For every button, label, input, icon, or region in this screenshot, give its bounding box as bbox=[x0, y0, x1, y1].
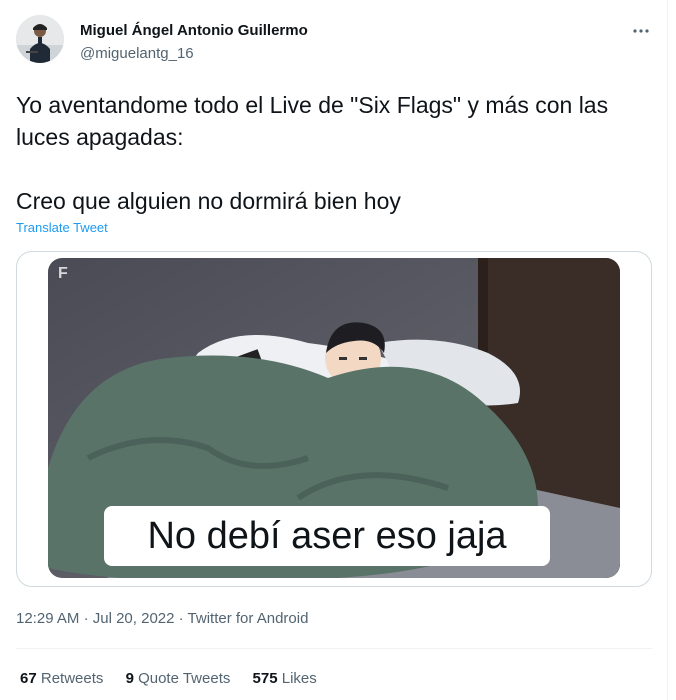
stat-label: Likes bbox=[281, 670, 317, 687]
stat-count: 575 bbox=[252, 670, 278, 687]
tweet-text: Yo aventandome todo el Live de "Six Flag… bbox=[16, 89, 656, 217]
stat-label: Quote Tweets bbox=[138, 670, 231, 687]
tweet-time[interactable]: 12:29 AM bbox=[16, 610, 79, 627]
tweet-text-paragraph: Creo que alguien no dormirá bien hoy bbox=[16, 188, 401, 214]
meta-separator: · bbox=[178, 610, 184, 627]
tweet-metadata: 12:29 AM · Jul 20, 2022 · Twitter for An… bbox=[16, 610, 308, 627]
column-border bbox=[667, 0, 668, 700]
tweet-source[interactable]: Twitter for Android bbox=[188, 610, 309, 627]
watermark-logo: F bbox=[58, 265, 68, 282]
author-handle[interactable]: @miguelantg_16 bbox=[80, 45, 194, 62]
tweet-date[interactable]: Jul 20, 2022 bbox=[93, 610, 175, 627]
stat-count: 67 bbox=[20, 670, 37, 687]
meta-separator: · bbox=[83, 610, 89, 627]
stat-retweets[interactable]: 67 Retweets bbox=[20, 670, 108, 687]
tweet-media-image[interactable]: F No debí aser eso jaja bbox=[48, 258, 620, 578]
meme-caption: No debí aser eso jaja bbox=[147, 515, 507, 557]
engagement-stats: 67 Retweets 9 Quote Tweets 575 Likes bbox=[20, 670, 335, 687]
author-display-name[interactable]: Miguel Ángel Antonio Guillermo bbox=[80, 22, 308, 39]
avatar-photo bbox=[16, 15, 64, 63]
stat-label: Retweets bbox=[40, 670, 104, 687]
stat-likes[interactable]: 575 Likes bbox=[253, 670, 317, 687]
avatar[interactable] bbox=[16, 15, 64, 63]
more-horizontal-icon[interactable] bbox=[628, 18, 654, 44]
stat-count: 9 bbox=[125, 670, 134, 687]
translate-tweet-link[interactable]: Translate Tweet bbox=[16, 220, 108, 235]
divider bbox=[16, 648, 652, 649]
stat-quote-tweets[interactable]: 9 Quote Tweets bbox=[126, 670, 235, 687]
tweet-text-paragraph: Yo aventandome todo el Live de "Six Flag… bbox=[16, 92, 609, 150]
